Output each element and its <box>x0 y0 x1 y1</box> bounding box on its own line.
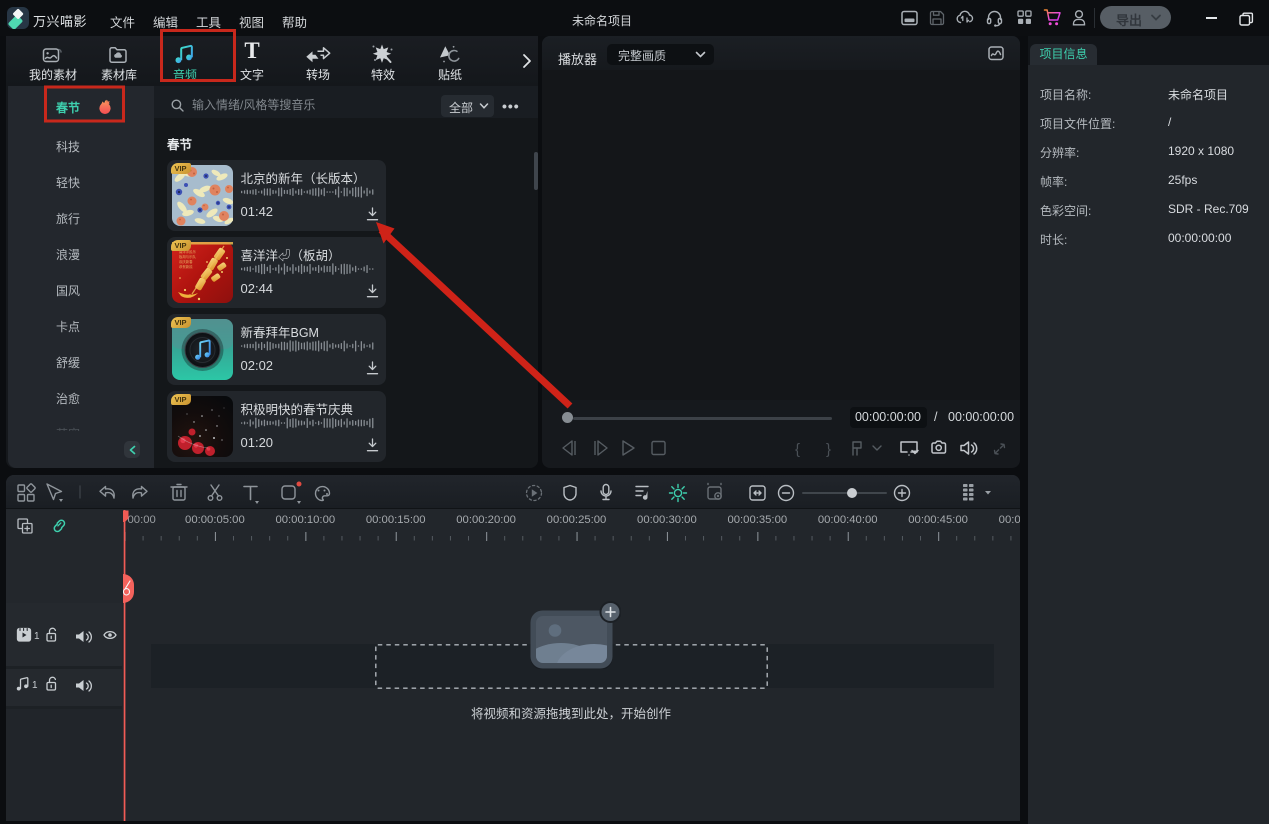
svg-text:欢庆新春: 欢庆新春 <box>179 259 193 264</box>
svg-text:板胡与乐队: 板胡与乐队 <box>179 254 197 259</box>
svg-text:恭贺新禧: 恭贺新禧 <box>179 264 193 269</box>
svg-text:1: 1 <box>32 680 38 691</box>
svg-text:1: 1 <box>34 631 40 642</box>
svg-text:{: { <box>795 441 800 458</box>
svg-text:}: } <box>826 441 831 458</box>
